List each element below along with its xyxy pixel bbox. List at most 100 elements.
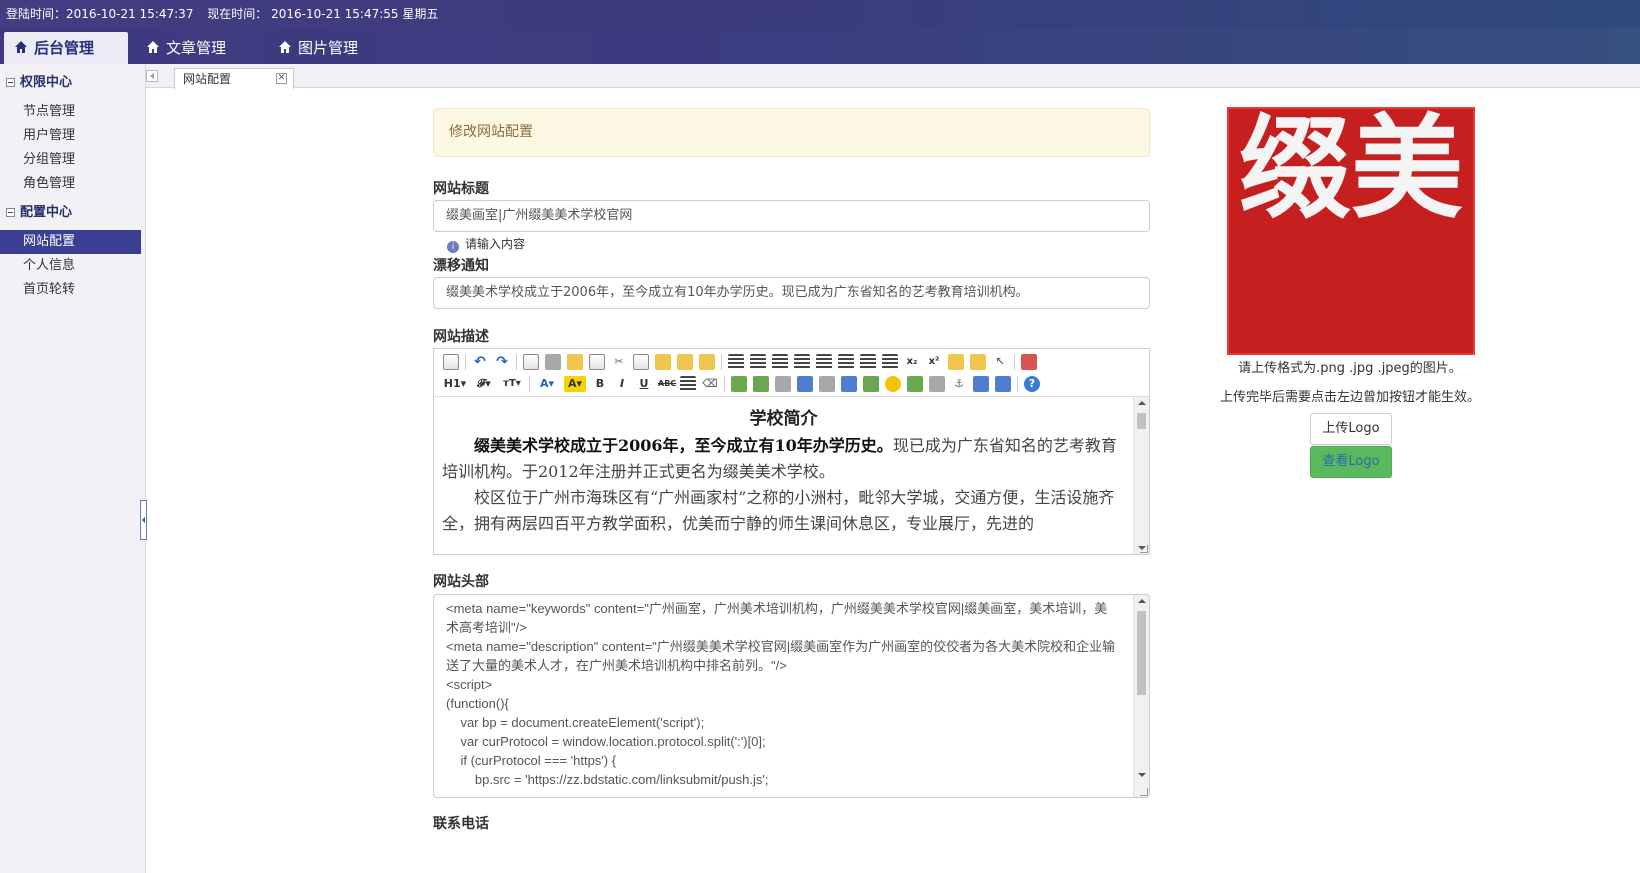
tab-site-config[interactable]: 网站配置 ✕	[174, 68, 294, 89]
sidebar-item-roles[interactable]: 角色管理	[0, 172, 141, 196]
strikethrough-icon[interactable]: ABC	[658, 376, 676, 392]
rich-text-editor: ↶ ↷ ✂ x₂ x² ↖ H1▾ 𝓕▾ тT▾ A▾ A▾ B I U ABC…	[433, 348, 1150, 555]
copy-icon[interactable]	[633, 354, 649, 370]
map-icon[interactable]	[907, 376, 923, 392]
close-icon[interactable]: ✕	[276, 73, 287, 84]
font-color-icon[interactable]: A▾	[536, 376, 558, 392]
italic-icon[interactable]: I	[614, 376, 630, 392]
nav-tab-label: 文章管理	[166, 39, 227, 57]
site-head-label: 网站头部	[433, 574, 489, 590]
clear-format-icon[interactable]	[948, 354, 964, 370]
flash-icon[interactable]	[775, 376, 791, 392]
sidebar-group-permissions[interactable]: 权限中心	[0, 70, 145, 96]
multi-image-icon[interactable]	[753, 376, 769, 392]
sidebar-item-users[interactable]: 用户管理	[0, 124, 141, 148]
collapse-toggle-icon[interactable]	[6, 208, 15, 217]
undo-icon[interactable]: ↶	[472, 354, 488, 370]
fullscreen-icon[interactable]	[1021, 354, 1037, 370]
highlight-color-icon[interactable]: A▾	[564, 376, 586, 392]
site-head-textarea[interactable]: <meta name="keywords" content="广州画室，广州美术…	[433, 594, 1150, 798]
font-size-icon[interactable]: тT▾	[501, 376, 523, 392]
home-icon	[147, 41, 159, 53]
line-height-icon[interactable]	[680, 376, 696, 392]
underline-icon[interactable]: U	[636, 376, 652, 392]
editor-paragraph: 校区位于广州市海珠区有“广州画家村”之称的小洲村，毗邻大学城，交通方便，生活设施…	[442, 488, 1115, 533]
source-icon[interactable]	[443, 354, 459, 370]
remove-format-icon[interactable]: ⌫	[702, 376, 718, 392]
site-title-input[interactable]: 缀美画室|广州缀美美术学校官网	[433, 200, 1150, 232]
upload-logo-button[interactable]: 上传Logo	[1310, 413, 1392, 445]
drift-notice-label: 漂移通知	[433, 258, 489, 274]
heading-icon[interactable]: H1▾	[443, 376, 467, 392]
emoticon-icon[interactable]	[885, 376, 901, 392]
upload-format-note: 请上传格式为.png .jpg .jpeg的图片。	[1238, 361, 1462, 376]
sidebar-item-carousel[interactable]: 首页轮转	[0, 278, 141, 302]
bold-icon[interactable]: B	[592, 376, 608, 392]
editor-scrollbar[interactable]	[1133, 397, 1149, 554]
align-justify-icon[interactable]	[794, 354, 810, 370]
nav-tab-images[interactable]: 图片管理	[268, 32, 388, 64]
site-title-hint: i 请输入内容	[447, 235, 525, 253]
paste-text-icon[interactable]	[677, 354, 693, 370]
resize-handle[interactable]	[1140, 788, 1148, 796]
unordered-list-icon[interactable]	[838, 354, 854, 370]
code-icon[interactable]	[589, 354, 605, 370]
subscript-icon[interactable]: x₂	[904, 354, 920, 370]
preview-icon[interactable]	[523, 354, 539, 370]
align-center-icon[interactable]	[750, 354, 766, 370]
editor-content[interactable]: 学校简介 缀美美术学校成立于2006年，至今成立有10年办学历史。现已成为广东省…	[434, 397, 1149, 554]
attachment-icon[interactable]	[819, 376, 835, 392]
help-icon[interactable]: ?	[1024, 376, 1040, 392]
current-time: 现在时间： 2016-10-21 15:47:55 星期五	[207, 7, 439, 21]
collapse-toggle-icon[interactable]	[6, 78, 15, 87]
table-icon[interactable]	[841, 376, 857, 392]
drift-notice-input[interactable]: 缀美美术学校成立于2006年，至今成立有10年办学历史。现已成为广东省知名的艺考…	[433, 277, 1150, 309]
sidebar-item-groups[interactable]: 分组管理	[0, 148, 141, 172]
config-form: 修改网站配置 网站标题 缀美画室|广州缀美美术学校官网 i 请输入内容 漂移通知 …	[433, 108, 1150, 832]
link-icon[interactable]	[973, 376, 989, 392]
resize-handle[interactable]	[1140, 545, 1148, 553]
page-break-icon[interactable]	[929, 376, 945, 392]
media-icon[interactable]	[797, 376, 813, 392]
font-family-icon[interactable]: 𝓕▾	[473, 376, 495, 392]
anchor-icon[interactable]: ⚓	[951, 376, 967, 392]
print-icon[interactable]	[545, 354, 561, 370]
outdent-icon[interactable]	[882, 354, 898, 370]
scroll-down-arrow-icon[interactable]	[1138, 773, 1146, 777]
editor-paragraph: 缀美美术学校成立于2006年，至今成立有10年办学历史。现已成为广东省知名的艺考…	[442, 433, 1125, 485]
superscript-icon[interactable]: x²	[926, 354, 942, 370]
site-head-code: <meta name="keywords" content="广州画室，广州美术…	[446, 601, 1116, 787]
editor-heading: 学校简介	[749, 409, 818, 429]
scroll-up-arrow-icon[interactable]	[1138, 599, 1146, 603]
scroll-thumb[interactable]	[1137, 611, 1146, 695]
indent-icon[interactable]	[860, 354, 876, 370]
ordered-list-icon[interactable]	[816, 354, 832, 370]
unlink-icon[interactable]	[995, 376, 1011, 392]
align-left-icon[interactable]	[728, 354, 744, 370]
redo-icon[interactable]: ↷	[494, 354, 510, 370]
sidebar-group-config[interactable]: 配置中心	[0, 200, 145, 226]
upload-apply-note: 上传完毕后需要点击左边曾加按钮才能生效。	[1219, 390, 1480, 405]
align-right-icon[interactable]	[772, 354, 788, 370]
tab-scroll-left-button[interactable]	[146, 70, 158, 82]
nav-tab-admin[interactable]: 后台管理	[4, 32, 128, 64]
editor-toolbar: ↶ ↷ ✂ x₂ x² ↖ H1▾ 𝓕▾ тT▾ A▾ A▾ B I U ABC…	[434, 349, 1149, 397]
insert-line-icon[interactable]	[863, 376, 879, 392]
sidebar-item-profile[interactable]: 个人信息	[0, 254, 141, 278]
view-logo-button[interactable]: 查看Logo	[1310, 446, 1392, 478]
nav-tab-articles[interactable]: 文章管理	[136, 32, 256, 64]
textarea-scrollbar[interactable]	[1133, 595, 1149, 797]
sidebar-collapse-handle[interactable]	[140, 500, 147, 540]
format-painter-icon[interactable]	[970, 354, 986, 370]
sidebar-item-nodes[interactable]: 节点管理	[0, 100, 141, 124]
image-icon[interactable]	[731, 376, 747, 392]
nav-tab-label: 图片管理	[298, 39, 359, 57]
sidebar-item-site-config[interactable]: 网站配置	[0, 230, 141, 254]
select-all-icon[interactable]: ↖	[992, 354, 1008, 370]
scroll-thumb[interactable]	[1137, 413, 1146, 429]
template-icon[interactable]	[567, 354, 583, 370]
paste-word-icon[interactable]	[699, 354, 715, 370]
paste-icon[interactable]	[655, 354, 671, 370]
scroll-up-arrow-icon[interactable]	[1138, 401, 1146, 405]
cut-icon[interactable]: ✂	[611, 354, 627, 370]
